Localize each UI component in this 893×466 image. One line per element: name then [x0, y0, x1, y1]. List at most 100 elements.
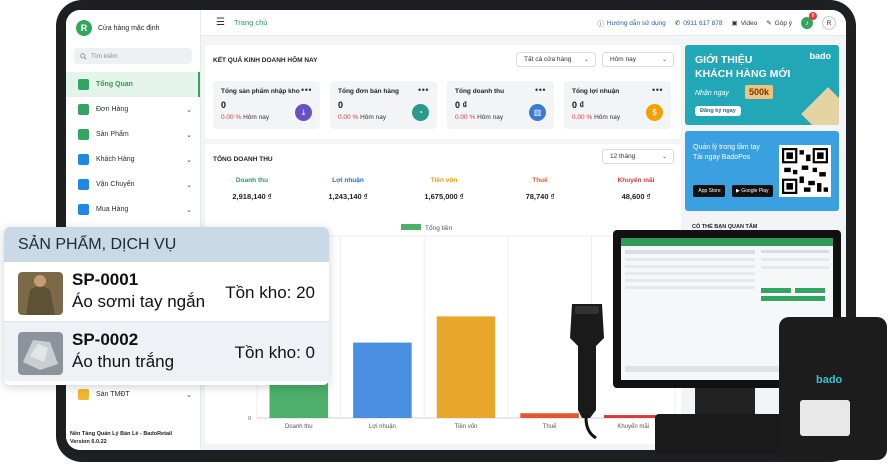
video-label: Video [740, 19, 758, 27]
app-promo-line1: Quản lý trong tầm tay [693, 144, 760, 151]
product-name: Áo thun trắng [72, 352, 175, 371]
register-button[interactable]: Đăng ký ngay [695, 106, 741, 116]
sidebar-item-overview[interactable]: Tổng Quan [66, 72, 200, 97]
footer-product-name: Nền Tảng Quản Lý Bán Lẻ - BadoRetail [70, 431, 173, 437]
video-link[interactable]: ▣ Video [731, 19, 758, 28]
store-filter-select[interactable]: Tất cả cửa hàng ⌄ [516, 52, 596, 67]
stat-change: 0.00 % Hôm nay [221, 114, 269, 121]
referral-title: GIỚI THIỆU KHÁCH HÀNG MỚI [695, 53, 790, 81]
stat-label: Tổng sản phẩm nhập kho [221, 88, 300, 95]
more-options-icon[interactable]: ••• [652, 85, 663, 95]
store-switcher[interactable]: R Cửa hàng mặc định [66, 10, 200, 46]
purchase-icon [78, 204, 89, 215]
x-tick-label: Tiền vốn [455, 424, 478, 430]
notification-count: 8 [809, 12, 817, 20]
stat-label: Tổng lợi nhuận [572, 88, 620, 95]
sidebar-item-shipping[interactable]: Vận Chuyển ⌄ [66, 172, 200, 197]
customers-icon [78, 154, 89, 165]
sidebar-item-purchase[interactable]: Mua Hàng ⌄ [66, 197, 200, 222]
app-store-button[interactable]: App Store [693, 185, 725, 197]
help-link[interactable]: ⓘ Hướng dẫn sử dụng [597, 18, 665, 29]
barcode-scanner-image [570, 304, 604, 440]
chevron-down-icon: ⌄ [186, 391, 192, 399]
product-service-card: SẢN PHẨM, DỊCH VỤ SP-0001 Áo sơmi tay ng… [4, 227, 329, 385]
notification-bell-icon[interactable]: ♪ 8 [801, 12, 817, 29]
app-download-banner[interactable]: Quản lý trong tầm tay Tải ngay BadoPos Ap… [685, 131, 839, 211]
product-code: SP-0001 [72, 270, 139, 289]
avatar[interactable]: R [822, 16, 836, 30]
sidebar-search-input[interactable]: Tìm kiếm [74, 48, 192, 64]
feedback-link[interactable]: ✎ Góp ý [766, 19, 792, 28]
legend-label: Tổng tiền [425, 223, 452, 232]
sidebar-item-orders[interactable]: Đơn Hàng ⌄ [66, 97, 200, 122]
stat-change-suffix: Hôm nay [594, 114, 621, 121]
search-icon [80, 52, 87, 60]
product-row[interactable]: SP-0001 Áo sơmi tay ngắn Tồn kho: 20 [4, 262, 329, 321]
referral-banner[interactable]: GIỚI THIỆU KHÁCH HÀNG MỚI bado Nhận ngay … [685, 45, 839, 125]
video-icon: ▣ [731, 20, 738, 27]
stat-change-suffix: Hôm nay [243, 114, 270, 121]
more-options-icon[interactable]: ••• [418, 85, 429, 95]
phone-label: 0911 617 878 [683, 19, 723, 27]
phone-link[interactable]: ✆ 0911 617 878 [675, 19, 723, 28]
play-icon: ▶ [736, 188, 740, 194]
sidebar-item-label: Khách Hàng [96, 156, 135, 163]
bar-4 [603, 415, 663, 418]
store-name: Cửa hàng mặc định [98, 24, 160, 32]
stage: R Cửa hàng mặc định Tìm kiếm Tổng Quan Đơ… [0, 0, 893, 466]
stat-change-percent: 0.00 % [455, 114, 476, 121]
chevron-down-icon: ⌄ [661, 57, 667, 63]
download-icon: ⤓ [295, 104, 312, 121]
chevron-down-icon: ⌄ [186, 181, 192, 189]
feedback-label: Góp ý [774, 19, 792, 27]
product-code: SP-0002 [72, 330, 139, 349]
overview-icon [78, 79, 89, 90]
stat-card: Tổng lợi nhuận ••• 0 ₫ 0.00 % Hôm nay $ [564, 81, 671, 129]
product-name: Áo sơmi tay ngắn [72, 292, 206, 311]
bar-2 [436, 316, 496, 418]
stat-card: Tổng sản phẩm nhập kho ••• 0 0.00 % Hôm nay… [213, 81, 320, 129]
date-filter-select[interactable]: Hôm nay ⌄ [602, 52, 674, 67]
stat-value: 0 [338, 100, 344, 110]
feedback-icon: ✎ [766, 20, 772, 27]
menu-toggle-icon[interactable]: ☰ [216, 17, 225, 28]
more-options-icon[interactable]: ••• [535, 85, 546, 95]
chevron-down-icon: ⌄ [186, 206, 192, 214]
product-card-title: SẢN PHẨM, DỊCH VỤ [4, 227, 329, 262]
stat-change-percent: 0.00 % [572, 114, 593, 121]
breadcrumb[interactable]: Trang chủ [234, 18, 268, 27]
overview-title: KẾT QUẢ KINH DOANH HÔM NAY [213, 57, 318, 64]
google-play-button[interactable]: ▶ Google Play [732, 185, 773, 197]
shipping-icon [78, 179, 89, 190]
sidebar-item-label: Sàn TMĐT [96, 391, 130, 398]
sidebar-item-products[interactable]: Sản Phẩm ⌄ [66, 122, 200, 147]
stat-change: 0.00 % Hôm nay [572, 114, 620, 121]
more-options-icon[interactable]: ••• [301, 85, 312, 95]
sidebar-item-label: Đơn Hàng [96, 106, 129, 113]
product-row[interactable]: SP-0002 Áo thun trắng Tồn kho: 0 [4, 322, 329, 381]
orders-icon [78, 104, 89, 115]
sidebar-footer: Nền Tảng Quản Lý Bán Lẻ - BadoRetail Ver… [70, 430, 172, 446]
order-icon: ◔ [412, 104, 429, 121]
product-stock: Tồn kho: 20 [225, 283, 315, 302]
stat-label: Tổng đơn bán hàng [338, 88, 399, 95]
product-thumbnail [18, 332, 63, 375]
bar-chart-icon: ▥ [529, 104, 546, 121]
stat-value: 0 ₫ [455, 100, 468, 110]
chevron-down-icon: ⌄ [583, 57, 589, 63]
referral-title-line1: GIỚI THIỆU [695, 54, 753, 66]
x-tick-label: Thuế [543, 424, 557, 430]
stat-card: Tổng doanh thu ••• 0 ₫ 0.00 % Hôm nay ▥ [447, 81, 554, 129]
money-bag-icon: $ [646, 104, 663, 121]
printer-logo: bado [816, 374, 843, 386]
referral-receive-label: Nhận ngay [695, 90, 729, 97]
search-placeholder: Tìm kiếm [91, 52, 118, 60]
sidebar-item-marketplace[interactable]: Sàn TMĐT ⌄ [66, 382, 200, 407]
chevron-down-icon: ⌄ [186, 131, 192, 139]
sidebar-item-customers[interactable]: Khách Hàng ⌄ [66, 147, 200, 172]
qr-code [779, 145, 831, 197]
stat-value: 0 ₫ [572, 100, 585, 110]
chevron-down-icon: ⌄ [186, 106, 192, 114]
stat-change-percent: 0.00 % [338, 114, 359, 121]
chevron-down-icon: ⌄ [186, 156, 192, 164]
